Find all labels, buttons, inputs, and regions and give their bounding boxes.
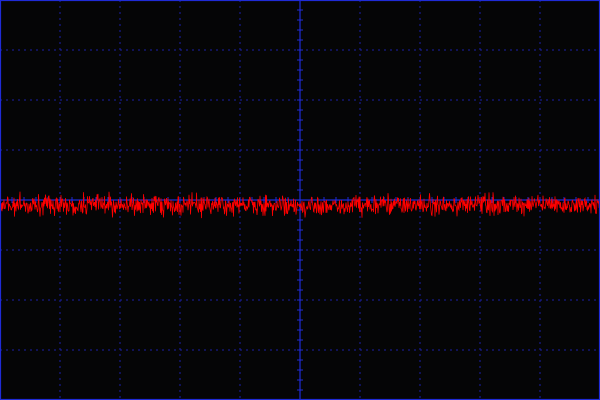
oscilloscope-display	[0, 0, 600, 400]
